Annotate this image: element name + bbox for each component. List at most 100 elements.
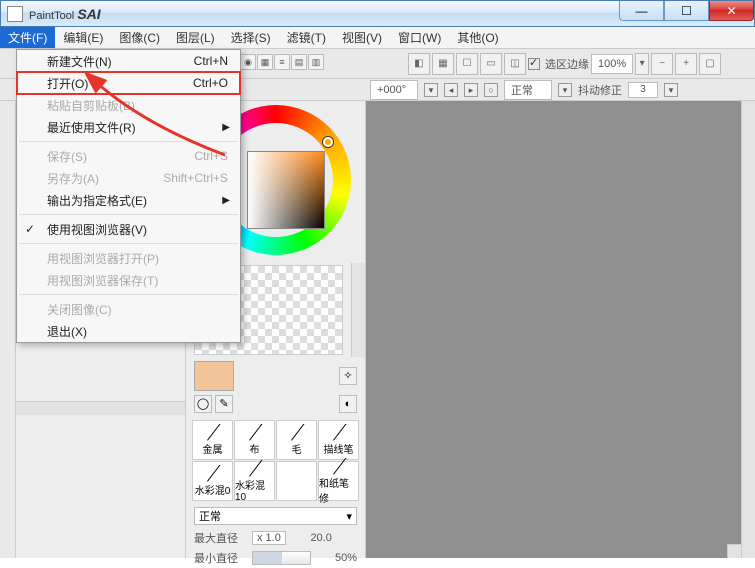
zoom-out-button[interactable]: − bbox=[651, 53, 673, 75]
menu-other[interactable]: 其他(O) bbox=[449, 27, 506, 48]
brush-icon[interactable]: ✎ bbox=[215, 395, 233, 413]
menubar: 文件(F) 编辑(E) 图像(C) 图层(L) 选择(S) 滤镜(T) 视图(V… bbox=[0, 27, 755, 49]
menu-item-label: 粘贴自剪贴板(B) bbox=[47, 97, 135, 114]
menu-image[interactable]: 图像(C) bbox=[111, 27, 168, 48]
brush-label: 毛 bbox=[292, 441, 302, 456]
brush-cell[interactable]: ╱和纸笔修 bbox=[318, 461, 359, 501]
canvas-corner bbox=[727, 544, 741, 558]
zoom-fit-button[interactable]: ▢ bbox=[699, 53, 721, 75]
brush-cell-empty[interactable] bbox=[276, 461, 317, 501]
menu-file[interactable]: 文件(F) bbox=[0, 27, 55, 48]
canvas-area[interactable] bbox=[366, 101, 741, 558]
mini-tools: ◯ ✎ ◐ bbox=[186, 395, 365, 417]
maximize-button[interactable]: ☐ bbox=[664, 1, 709, 21]
menu-item-close-image[interactable]: 关闭图像(C) bbox=[17, 298, 240, 320]
menu-edit[interactable]: 编辑(E) bbox=[55, 27, 111, 48]
param-max-size: 最大直径 x 1.0 20.0 bbox=[186, 528, 365, 548]
menu-item-export[interactable]: 输出为指定格式(E) ▶ bbox=[17, 189, 240, 211]
brush-label: 水彩混10 bbox=[235, 477, 274, 503]
color-square[interactable] bbox=[247, 151, 325, 229]
right-scrollbar[interactable] bbox=[741, 101, 755, 558]
menu-filter[interactable]: 滤镜(T) bbox=[279, 27, 334, 48]
brush-cell[interactable]: ╱毛 bbox=[276, 420, 317, 460]
menu-item-saveas[interactable]: 另存为(A) Shift+Ctrl+S bbox=[17, 167, 240, 189]
brush-label: 和纸笔修 bbox=[319, 475, 358, 505]
brush-cell[interactable]: ╱布 bbox=[234, 420, 275, 460]
menu-item-label: 最近使用文件(R) bbox=[47, 119, 136, 136]
menu-item-label: 用视图浏览器保存(T) bbox=[47, 272, 158, 289]
menu-item-use-browser[interactable]: ✓ 使用视图浏览器(V) bbox=[17, 218, 240, 240]
fg-color-swatch[interactable] bbox=[194, 361, 234, 391]
dropper-icon[interactable]: ◐ bbox=[339, 395, 357, 413]
menu-layer[interactable]: 图层(L) bbox=[168, 27, 223, 48]
menu-item-paste[interactable]: 粘贴自剪贴板(B) bbox=[17, 94, 240, 116]
zoom-box[interactable]: 100% bbox=[591, 54, 633, 74]
param-min-size: 最小直径 50% bbox=[186, 548, 365, 568]
menu-item-label: 退出(X) bbox=[47, 323, 87, 340]
angle-box[interactable]: +000° bbox=[370, 80, 418, 100]
param-value[interactable]: 20.0 bbox=[292, 532, 332, 544]
menu-item-browse-save[interactable]: 用视图浏览器保存(T) bbox=[17, 269, 240, 291]
wheel-marker-icon[interactable] bbox=[323, 137, 333, 147]
tool-button[interactable]: ◫ bbox=[504, 53, 526, 75]
param-label: 最大直径 bbox=[194, 530, 246, 546]
angle-reset-button[interactable]: ○ bbox=[484, 83, 498, 97]
param-value[interactable]: 50% bbox=[317, 552, 357, 564]
window-buttons: — ☐ ✕ bbox=[619, 1, 754, 21]
brush-label: 布 bbox=[250, 441, 260, 456]
menu-item-label: 用视图浏览器打开(P) bbox=[47, 250, 159, 267]
angle-dec-button[interactable]: ◂ bbox=[444, 83, 458, 97]
stabilizer-value[interactable]: 3 bbox=[628, 82, 658, 98]
color-mode-icon[interactable]: ◉ bbox=[240, 54, 256, 70]
menu-separator bbox=[19, 141, 238, 142]
param-slider[interactable] bbox=[252, 551, 311, 565]
menu-item-new[interactable]: 新建文件(N) Ctrl+N bbox=[17, 50, 240, 72]
tool-button[interactable]: ◧ bbox=[408, 53, 430, 75]
menu-select[interactable]: 选择(S) bbox=[223, 27, 279, 48]
stabilizer-down-button[interactable]: ▾ bbox=[664, 83, 678, 97]
color-mode-icon[interactable]: ▦ bbox=[257, 54, 273, 70]
tool-button[interactable]: ▦ bbox=[432, 53, 454, 75]
brush-cell[interactable]: ╱描线笔 bbox=[318, 420, 359, 460]
menu-separator bbox=[19, 243, 238, 244]
sel-edge-checkbox[interactable] bbox=[528, 58, 540, 70]
menu-item-recent[interactable]: 最近使用文件(R) ▶ bbox=[17, 116, 240, 138]
menu-item-shortcut: Ctrl+S bbox=[194, 149, 228, 163]
scrollbar[interactable] bbox=[351, 263, 365, 357]
blend-box[interactable]: 正常 bbox=[504, 80, 552, 100]
scrollbar[interactable] bbox=[16, 401, 185, 415]
close-button[interactable]: ✕ bbox=[709, 1, 754, 21]
stabilizer-label: 抖动修正 bbox=[578, 82, 622, 98]
menu-item-exit[interactable]: 退出(X) bbox=[17, 320, 240, 342]
brush-cell[interactable]: ╱水彩混0 bbox=[192, 461, 233, 501]
menu-view[interactable]: 视图(V) bbox=[334, 27, 390, 48]
color-mode-icon[interactable]: ▤ bbox=[291, 54, 307, 70]
brush-mode-select[interactable]: 正常▾ bbox=[194, 507, 357, 525]
minimize-button[interactable]: — bbox=[619, 1, 664, 21]
check-icon: ✓ bbox=[25, 222, 35, 236]
angle-inc-button[interactable]: ▸ bbox=[464, 83, 478, 97]
brush-cell[interactable]: ╱金属 bbox=[192, 420, 233, 460]
menu-item-label: 输出为指定格式(E) bbox=[47, 192, 147, 209]
menu-item-browse-open[interactable]: 用视图浏览器打开(P) bbox=[17, 247, 240, 269]
menu-item-open[interactable]: 打开(O) Ctrl+O bbox=[17, 72, 240, 94]
brush-cell[interactable]: ╱水彩混10 bbox=[234, 461, 275, 501]
menu-item-label: 关闭图像(C) bbox=[47, 301, 112, 318]
param-mult[interactable]: x 1.0 bbox=[252, 531, 286, 545]
zoom-in-button[interactable]: + bbox=[675, 53, 697, 75]
zoom-down-button[interactable]: ▾ bbox=[635, 53, 649, 75]
color-mode-icon[interactable]: ≡ bbox=[274, 54, 290, 70]
param-label: 最小直径 bbox=[194, 550, 246, 566]
menu-item-shortcut: Shift+Ctrl+S bbox=[163, 171, 228, 185]
angle-down-button[interactable]: ▾ bbox=[424, 83, 438, 97]
tool-button[interactable]: ▭ bbox=[480, 53, 502, 75]
brush-label: 描线笔 bbox=[324, 441, 354, 456]
color-mode-icon[interactable]: ▥ bbox=[308, 54, 324, 70]
tool-button[interactable]: ☐ bbox=[456, 53, 478, 75]
menu-window[interactable]: 窗口(W) bbox=[390, 27, 449, 48]
wand-icon[interactable]: ✧ bbox=[339, 367, 357, 385]
blend-down-button[interactable]: ▾ bbox=[558, 83, 572, 97]
eraser-icon[interactable]: ◯ bbox=[194, 395, 212, 413]
menu-item-save[interactable]: 保存(S) Ctrl+S bbox=[17, 145, 240, 167]
file-menu-dropdown: 新建文件(N) Ctrl+N 打开(O) Ctrl+O 粘贴自剪贴板(B) 最近… bbox=[16, 49, 241, 343]
